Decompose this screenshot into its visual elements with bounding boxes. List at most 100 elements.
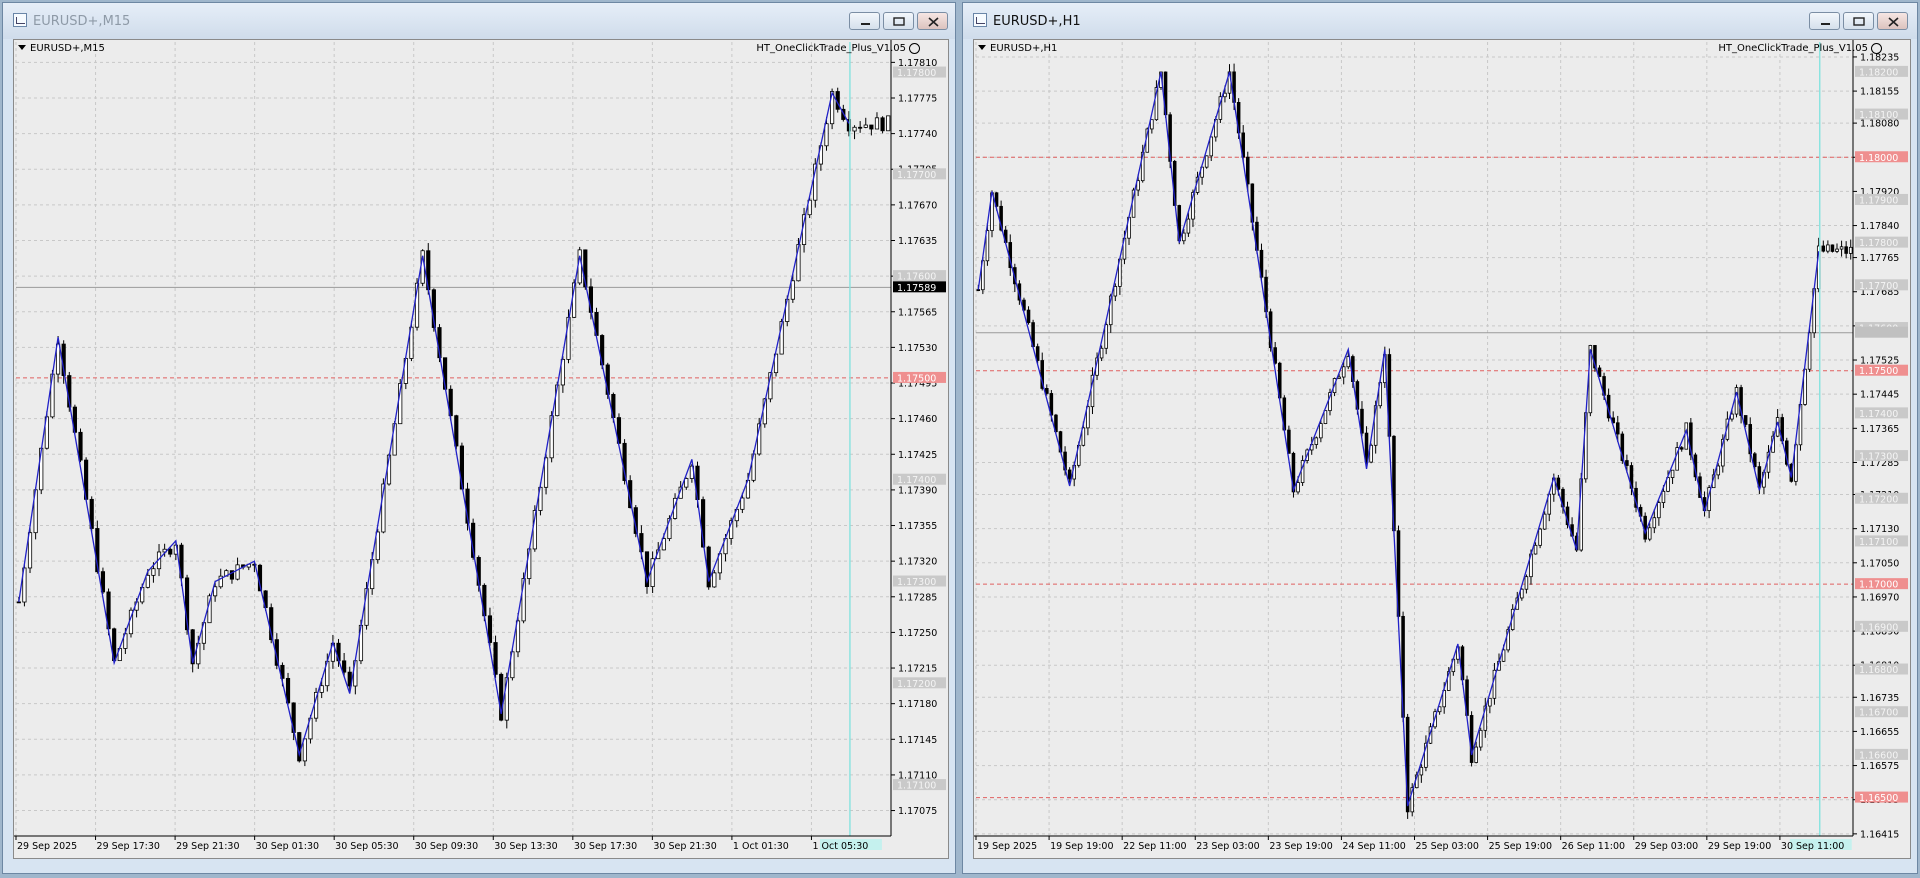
candle-body xyxy=(1538,528,1542,546)
level-price-label: 1.18200 xyxy=(1859,67,1898,78)
price-tick-label: 1.17635 xyxy=(898,236,937,247)
time-tick-label: 22 Sep 11:00 xyxy=(1123,841,1186,852)
window-titlebar[interactable]: EURUSD+,H1 xyxy=(963,3,1917,39)
restore-button[interactable] xyxy=(1843,12,1874,30)
candle-body xyxy=(1716,465,1721,476)
red-level-label: 1.18000 xyxy=(1859,153,1898,164)
red-level-label: 1.16500 xyxy=(1859,793,1898,804)
price-tick-label: 1.16575 xyxy=(1860,761,1899,772)
smiley-face-icon[interactable] xyxy=(909,43,920,54)
price-chart[interactable]: 1.178101.177751.177401.177051.176701.176… xyxy=(13,39,949,859)
level-price-label: 1.17400 xyxy=(1859,409,1898,420)
minimize-icon xyxy=(861,23,870,25)
price-chart[interactable]: 1.182351.181551.180801.180001.179201.178… xyxy=(973,39,1911,859)
candle-body xyxy=(1319,423,1323,439)
candle-body xyxy=(1679,447,1684,450)
candle-body xyxy=(1826,244,1830,252)
time-tick-label: 26 Sep 11:00 xyxy=(1562,841,1625,852)
time-tick-label: 30 Sep 01:30 xyxy=(256,841,319,852)
close-button[interactable] xyxy=(917,12,948,30)
candle-body xyxy=(858,126,863,129)
chart-window-m15[interactable]: EURUSD+,M15 1.178101.177751.177401.17705… xyxy=(2,2,956,874)
candle-body xyxy=(1844,246,1848,254)
chart-window-icon xyxy=(973,13,987,27)
candle-body xyxy=(684,478,689,488)
price-tick-label: 1.18155 xyxy=(1860,87,1899,98)
price-tick-label: 1.17355 xyxy=(898,521,937,532)
candle-body xyxy=(1652,517,1657,529)
candle-body xyxy=(1734,387,1739,415)
chart-canvas[interactable]: 1.178101.177751.177401.177051.176701.176… xyxy=(14,40,948,858)
candle-body xyxy=(1821,245,1826,252)
close-button[interactable] xyxy=(1877,12,1908,30)
candle-body xyxy=(852,126,857,132)
candle-body xyxy=(1364,432,1369,463)
level-price-label: 1.17300 xyxy=(1859,452,1898,463)
candle-body xyxy=(302,738,307,762)
candle-body xyxy=(1204,155,1209,168)
candle-body xyxy=(790,280,795,300)
time-tick-label: 30 Sep 17:30 xyxy=(574,841,637,852)
time-tick-label: 19 Sep 19:00 xyxy=(1050,841,1113,852)
candle-body xyxy=(1533,544,1538,555)
chart-symbol-label[interactable]: EURUSD+,M15 xyxy=(18,43,105,54)
time-tick-label: 30 Sep 21:30 xyxy=(653,841,716,852)
price-tick-label: 1.17215 xyxy=(898,664,937,675)
level-price-label: 1.17400 xyxy=(897,475,936,486)
time-tick-label: 30 Sep 11:00 xyxy=(1781,841,1844,852)
candle-body xyxy=(1323,410,1328,424)
level-price-label: 1.17600 xyxy=(897,272,936,283)
time-tick-label: 30 Sep 09:30 xyxy=(415,841,478,852)
window-title: EURUSD+,M15 xyxy=(33,14,131,29)
price-tick-label: 1.17840 xyxy=(1860,221,1899,232)
candle-body xyxy=(1341,366,1346,378)
time-tick-label: 23 Sep 03:00 xyxy=(1196,841,1259,852)
candle-body xyxy=(1478,729,1483,748)
candle-body xyxy=(1067,469,1072,480)
chart-canvas[interactable]: 1.182351.181551.180801.180001.179201.178… xyxy=(974,40,1910,858)
candle-body xyxy=(1542,513,1547,530)
price-tick-label: 1.17460 xyxy=(898,414,937,425)
chart-symbol-label[interactable]: EURUSD+,H1 xyxy=(978,43,1057,54)
time-tick-label: 25 Sep 19:00 xyxy=(1489,841,1552,852)
candle-body xyxy=(78,431,83,461)
candle-body xyxy=(1314,437,1319,445)
restore-button[interactable] xyxy=(883,12,914,30)
minimize-button[interactable] xyxy=(1809,12,1840,30)
candle-body xyxy=(342,660,347,673)
price-tick-label: 1.17765 xyxy=(1860,253,1899,264)
price-tick-label: 1.17320 xyxy=(898,557,937,568)
candle-body xyxy=(1246,156,1250,185)
candle-body xyxy=(145,574,150,588)
candle-body xyxy=(1337,376,1341,379)
price-tick-label: 1.16970 xyxy=(1860,592,1899,603)
price-tick-label: 1.17565 xyxy=(898,307,937,318)
minimize-button[interactable] xyxy=(849,12,880,30)
window-title: EURUSD+,H1 xyxy=(993,14,1081,29)
smiley-face-icon[interactable] xyxy=(1871,43,1882,54)
price-tick-label: 1.18235 xyxy=(1860,52,1899,63)
candle-body xyxy=(1474,746,1478,763)
price-tick-label: 1.16655 xyxy=(1860,727,1899,738)
candle-body xyxy=(1186,218,1191,234)
level-price-label: 1.16900 xyxy=(1859,622,1898,633)
candle-body xyxy=(168,548,173,555)
restore-icon xyxy=(893,17,905,26)
time-tick-label: 29 Sep 21:30 xyxy=(176,841,239,852)
candle-body xyxy=(1488,697,1492,707)
price-tick-label: 1.16415 xyxy=(1860,829,1899,840)
candle-body xyxy=(1113,286,1118,297)
candle-body xyxy=(1625,460,1629,466)
candle-body xyxy=(712,572,717,588)
close-icon xyxy=(928,17,939,27)
time-tick-label: 19 Sep 2025 xyxy=(977,841,1037,852)
candle-body xyxy=(1104,324,1108,349)
restore-icon xyxy=(1853,17,1865,26)
candle-body xyxy=(1209,136,1214,157)
candle-body xyxy=(1848,246,1853,254)
candle-body xyxy=(1661,490,1666,504)
candle-body xyxy=(1830,244,1835,252)
chart-window-h1[interactable]: EURUSD+,H1 1.182351.181551.180801.180001… xyxy=(962,2,1918,874)
price-tick-label: 1.17365 xyxy=(1860,424,1899,435)
window-titlebar[interactable]: EURUSD+,M15 xyxy=(3,3,955,39)
